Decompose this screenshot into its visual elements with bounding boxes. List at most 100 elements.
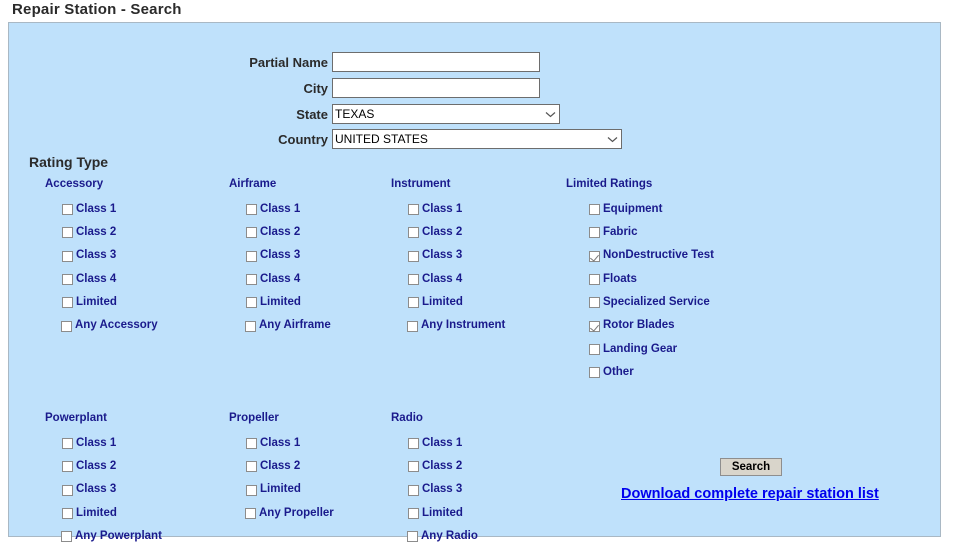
- checkbox-icon[interactable]: [246, 484, 257, 496]
- checkbox-row[interactable]: Limited: [62, 291, 158, 314]
- checkbox-row[interactable]: Class 1: [408, 198, 505, 221]
- checkbox-row[interactable]: Any Accessory: [61, 314, 158, 337]
- checkbox-icon[interactable]: [589, 274, 600, 286]
- checkbox-icon[interactable]: [589, 227, 600, 239]
- checkbox-icon[interactable]: [408, 227, 419, 239]
- checkbox-row[interactable]: Floats: [589, 268, 714, 291]
- checkbox-row[interactable]: Specialized Service: [589, 291, 714, 314]
- checkbox-icon[interactable]: [589, 297, 600, 309]
- search-input-city[interactable]: [332, 78, 540, 98]
- checkbox-row[interactable]: Landing Gear: [589, 338, 714, 361]
- checkbox-row[interactable]: Class 1: [62, 198, 158, 221]
- checkbox-icon[interactable]: [62, 438, 73, 450]
- checkbox-row[interactable]: Class 3: [62, 479, 162, 502]
- checkbox-row[interactable]: Class 1: [246, 432, 334, 455]
- checkbox-icon[interactable]: [408, 438, 419, 450]
- rating-group-radio: Radio Class 1 Class 2 Class 3 Limited Any Rad…: [391, 412, 478, 548]
- checkbox-row[interactable]: Any Propeller: [245, 502, 334, 525]
- checkbox-row[interactable]: Any Radio: [407, 525, 478, 548]
- checkbox-row[interactable]: Class 3: [408, 245, 505, 268]
- checkbox-icon[interactable]: [61, 320, 72, 332]
- checkbox-icon[interactable]: [62, 461, 73, 473]
- checkbox-row[interactable]: Class 2: [62, 221, 158, 244]
- checkbox-icon[interactable]: [246, 227, 257, 239]
- checkbox-icon[interactable]: [408, 508, 419, 520]
- checkbox-row[interactable]: Class 4: [246, 268, 331, 291]
- checkbox-icon[interactable]: [61, 531, 72, 543]
- checkbox-row[interactable]: Limited: [408, 291, 505, 314]
- checkbox-row[interactable]: Limited: [62, 502, 162, 525]
- checkbox-row[interactable]: Class 2: [408, 221, 505, 244]
- checkbox-row[interactable]: Limited: [246, 479, 334, 502]
- checkbox-row[interactable]: Class 2: [62, 455, 162, 478]
- checkbox-row[interactable]: Fabric: [589, 221, 714, 244]
- checkbox-label: Any Accessory: [75, 319, 158, 332]
- checkbox-icon[interactable]: [246, 204, 257, 216]
- checkbox-row[interactable]: Any Instrument: [407, 314, 505, 337]
- chevron-down-icon: [605, 136, 619, 143]
- checkbox-label: Class 3: [422, 483, 463, 496]
- checkbox-icon[interactable]: [62, 484, 73, 496]
- checkbox-label: Class 2: [260, 460, 301, 473]
- checkbox-icon[interactable]: [62, 274, 73, 286]
- checkbox-row[interactable]: Class 1: [408, 432, 478, 455]
- checkbox-icon[interactable]: [408, 250, 419, 262]
- checkbox-icon[interactable]: [245, 508, 256, 520]
- checkbox-row[interactable]: Rotor Blades: [589, 314, 714, 337]
- checkbox-label: NonDestructive Test: [603, 249, 714, 262]
- checkbox-row[interactable]: Any Powerplant: [61, 525, 162, 548]
- checkbox-label: Class 1: [422, 202, 463, 215]
- checkbox-row[interactable]: Any Airframe: [245, 314, 331, 337]
- checkbox-icon[interactable]: [246, 438, 257, 450]
- checkbox-icon[interactable]: [408, 484, 419, 496]
- checkbox-row[interactable]: Class 3: [246, 245, 331, 268]
- rating-group-airframe: Airframe Class 1 Class 2 Class 3 Class 4 Limi…: [229, 178, 331, 338]
- checkbox-icon[interactable]: [407, 531, 418, 543]
- field-country: Country UNITED STATES: [278, 129, 622, 149]
- checkbox-icon[interactable]: [589, 204, 600, 216]
- checkbox-row[interactable]: Limited: [246, 291, 331, 314]
- checkbox-row[interactable]: Class 1: [246, 198, 331, 221]
- checkbox-row[interactable]: Class 3: [62, 245, 158, 268]
- checkbox-icon[interactable]: [62, 204, 73, 216]
- checkbox-icon[interactable]: [589, 367, 600, 379]
- checkbox-label: Class 4: [260, 272, 301, 285]
- country-select[interactable]: UNITED STATES: [332, 129, 622, 149]
- checkbox-row[interactable]: Equipment: [589, 198, 714, 221]
- search-button[interactable]: Search: [720, 458, 782, 476]
- checkbox-icon[interactable]: [62, 508, 73, 520]
- checkbox-row[interactable]: Class 2: [246, 455, 334, 478]
- checkbox-icon[interactable]: [589, 343, 600, 355]
- checkbox-icon[interactable]: [408, 204, 419, 216]
- checkbox-row[interactable]: Other: [589, 361, 714, 384]
- checkbox-icon[interactable]: [246, 297, 257, 309]
- checkbox-row[interactable]: Class 2: [408, 455, 478, 478]
- checkbox-checked-icon[interactable]: [589, 320, 600, 332]
- checkbox-icon[interactable]: [62, 250, 73, 262]
- label-city: City: [303, 80, 328, 96]
- checkbox-checked-icon[interactable]: [589, 250, 600, 262]
- checkbox-icon[interactable]: [407, 320, 418, 332]
- checkbox-icon[interactable]: [408, 461, 419, 473]
- search-input-partial-name[interactable]: [332, 52, 540, 72]
- checkbox-row[interactable]: Class 4: [408, 268, 505, 291]
- checkbox-icon[interactable]: [408, 274, 419, 286]
- checkbox-row[interactable]: Class 2: [246, 221, 331, 244]
- checkbox-icon[interactable]: [246, 250, 257, 262]
- checkbox-row[interactable]: Class 4: [62, 268, 158, 291]
- checkbox-icon[interactable]: [408, 297, 419, 309]
- checkbox-icon[interactable]: [62, 297, 73, 309]
- checkbox-icon[interactable]: [62, 227, 73, 239]
- download-repair-station-list-link[interactable]: Download complete repair station list: [621, 486, 879, 502]
- state-select[interactable]: TEXAS: [332, 104, 560, 124]
- checkbox-row[interactable]: Class 3: [408, 479, 478, 502]
- checkbox-icon[interactable]: [246, 461, 257, 473]
- checkbox-icon[interactable]: [246, 274, 257, 286]
- checkbox-row[interactable]: Class 1: [62, 432, 162, 455]
- checkbox-icon[interactable]: [245, 320, 256, 332]
- checkbox-row[interactable]: NonDestructive Test: [589, 245, 714, 268]
- rating-group-heading: Accessory: [45, 178, 104, 190]
- checkbox-label: Class 3: [76, 483, 117, 496]
- checkbox-row[interactable]: Limited: [408, 502, 478, 525]
- field-partial-name: Partial Name: [249, 52, 540, 72]
